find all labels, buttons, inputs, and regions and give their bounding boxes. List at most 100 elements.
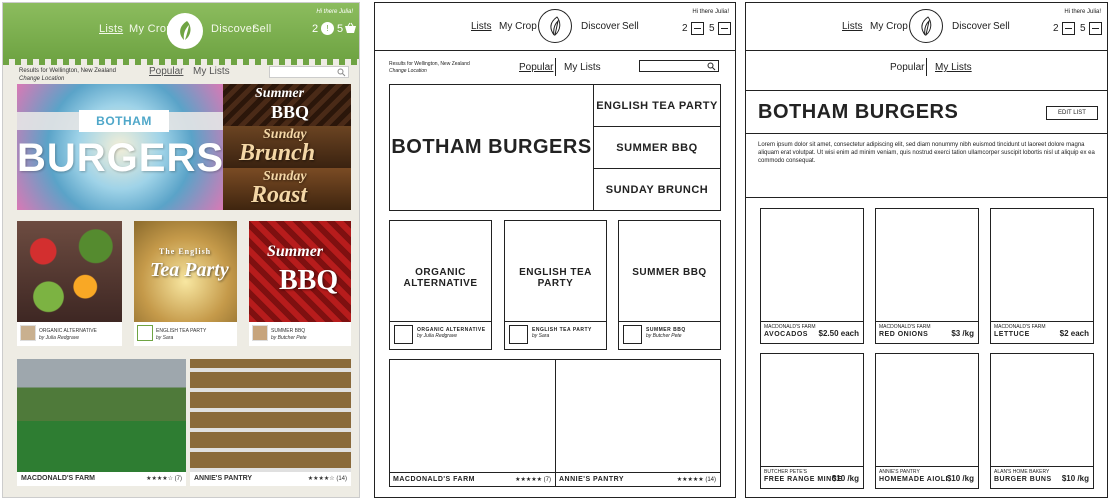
results-location: Results for Wellington, New Zealand Chan… [389, 61, 470, 75]
hero-tile-botham-burgers[interactable]: Botham Burgers [389, 84, 594, 211]
seller-name: Macdonald's Farm [393, 476, 475, 483]
card-caption-tea-party[interactable]: English Tea Party by Sara [134, 322, 237, 346]
nav-lists[interactable]: Lists [471, 21, 492, 32]
seller-footer-annies[interactable]: Annie's Pantry ★★★★☆ (14) [190, 472, 351, 486]
product-card[interactable]: Macdonald's Farm Lettuce $2 each [990, 208, 1094, 344]
side-tile-english-tea-party[interactable]: English Tea Party [593, 84, 721, 127]
card-caption-organic[interactable]: Organic Alternative by Julia Redgrave [17, 322, 122, 346]
nav-lists[interactable]: Lists [842, 21, 863, 32]
nav-lists[interactable]: Lists [99, 23, 123, 35]
greeting-text: Hi there Julia! [316, 9, 353, 15]
card-caption-summer-bbq[interactable]: Summer BBQ by Butcher Pete [249, 322, 351, 346]
side-tile-summer-bbq[interactable]: Summer BBQ [593, 126, 721, 169]
seller-footer-macdonalds[interactable]: Macdonald's Farm ★★★★☆ (7) [17, 472, 186, 486]
nav-my-crop[interactable]: My Crop [870, 21, 908, 32]
card-image-tea-party[interactable]: The English Tea Party [134, 221, 237, 322]
side-tile-line1: Summer [255, 86, 305, 101]
nav-sell[interactable]: Sell [993, 21, 1010, 32]
card-author: by Butcher Pete [271, 335, 307, 341]
tab-popular[interactable]: Popular [149, 66, 183, 77]
rating-stars: ★★★★★ (14) [676, 477, 716, 483]
product-card[interactable]: Macdonald's Farm Red Onions $3 /kg [875, 208, 979, 344]
cart-count: 5 [1080, 23, 1086, 34]
wireframe-list-panel: Lists My Crop Discover Sell Hi there Jul… [745, 2, 1108, 498]
tab-my-lists[interactable]: My Lists [564, 62, 601, 73]
leaf-logo-icon[interactable] [909, 9, 943, 43]
lists-button[interactable] [1062, 22, 1075, 35]
product-price: $10 /kg [946, 474, 974, 483]
product-seller: Macdonald's Farm [994, 324, 1046, 330]
side-tile-sunday-brunch[interactable]: Sunday Brunch [223, 126, 351, 168]
card-overlay-small: The English [159, 247, 212, 256]
change-location-link[interactable]: Change Location [19, 75, 116, 83]
card-summer-bbq[interactable]: Summer BBQ Summer BBQ by Butcher Pete [618, 220, 721, 350]
results-location: Results for Wellington, New Zealand Chan… [19, 67, 116, 83]
product-card[interactable]: Annie's Pantry Homemade Aioli $10 /kg [875, 353, 979, 489]
cart-count: 5 [337, 23, 344, 35]
card-image-organic[interactable] [17, 221, 122, 322]
seller-image-macdonalds-farm[interactable] [17, 359, 186, 472]
product-card[interactable]: Alan's Home Bakery Burger Buns $10 /kg [990, 353, 1094, 489]
card-image-summer-bbq[interactable]: Summer BBQ [249, 221, 351, 322]
side-tile-sunday-roast[interactable]: Sunday Roast [223, 168, 351, 210]
leaf-logo-icon[interactable] [538, 9, 572, 43]
card-title: Summer BBQ [632, 267, 707, 278]
tab-popular[interactable]: Popular [519, 62, 553, 73]
lists-button[interactable] [691, 22, 704, 35]
seller-macdonalds-farm[interactable]: Macdonald's Farm ★★★★★ (7) [389, 359, 556, 487]
cart-button[interactable] [718, 22, 731, 35]
list-count: 2 [1053, 23, 1059, 34]
list-detail-header: Botham Burgers Edit List Lorem ipsum dol… [746, 90, 1107, 198]
card-organic-alternative[interactable]: Organic Alternative Organic Alternative … [389, 220, 492, 350]
hero-small-title: Botham [96, 114, 152, 128]
hero-big-title: Burgers [17, 136, 223, 180]
product-card[interactable]: Butcher Pete's Free Range Mince $10 /kg [760, 353, 864, 489]
notification-badge[interactable]: ! [321, 22, 334, 35]
card-title: English Tea Party [156, 328, 207, 334]
card-english-tea-party[interactable]: English Tea Party English Tea Party by S… [504, 220, 607, 350]
card-author: by Sara [532, 333, 550, 339]
card-overlay-small: Summer [267, 243, 324, 260]
side-tile-sunday-brunch[interactable]: Sunday Brunch [593, 168, 721, 211]
tab-my-lists[interactable]: My Lists [935, 62, 972, 73]
product-price: $10 /kg [831, 474, 859, 483]
nav-sell[interactable]: Sell [252, 23, 272, 35]
card-overlay-big: Tea Party [150, 259, 229, 281]
avatar [509, 325, 528, 344]
search-input[interactable] [269, 66, 349, 78]
nav-sell[interactable]: Sell [622, 21, 639, 32]
side-tile-line2: Roast [251, 182, 308, 208]
edit-list-button[interactable]: Edit List [1046, 106, 1098, 120]
product-name: Free Range Mince [764, 476, 843, 483]
product-name: Homemade Aioli [879, 476, 948, 483]
list-description: Lorem ipsum dolor sit amet, consectetur … [758, 142, 1095, 164]
hero-tile-botham-burgers[interactable]: Botham Burgers [17, 84, 223, 210]
product-card[interactable]: Macdonald's Farm Avocados $2.50 each [760, 208, 864, 344]
card-title: Organic Alternative [39, 328, 97, 334]
search-icon [337, 68, 346, 77]
nav-discover[interactable]: Discover [211, 23, 256, 35]
seller-image-annies-pantry[interactable] [190, 359, 351, 472]
side-tile-summer-bbq[interactable]: Summer BBQ [223, 84, 351, 126]
side-tile-line2: Brunch [239, 140, 316, 166]
search-input[interactable] [639, 60, 719, 72]
list-count: 2 [682, 23, 688, 34]
card-overlay-big: BBQ [279, 265, 339, 296]
nav-my-crop[interactable]: My Crop [499, 21, 537, 32]
wireframe-home-panel: Lists My Crop Discover Sell Hi there Jul… [374, 2, 736, 498]
change-location-link[interactable]: Change Location [389, 68, 470, 75]
product-seller: Butcher Pete's [764, 469, 807, 475]
seller-name: Macdonald's Farm [21, 475, 95, 482]
nav-discover[interactable]: Discover [581, 21, 620, 32]
tab-popular[interactable]: Popular [890, 62, 924, 73]
cart-icon[interactable] [344, 22, 357, 35]
rating-stars: ★★★★★ (7) [515, 477, 551, 483]
colored-mockup-panel: Lists My Crop Discover Sell Hi there Jul… [2, 2, 360, 498]
results-text: Results for Wellington, New Zealand [19, 68, 116, 74]
tab-my-lists[interactable]: My Lists [193, 66, 230, 77]
leaf-logo-icon[interactable] [167, 13, 203, 49]
cart-count: 5 [709, 23, 715, 34]
seller-annies-pantry[interactable]: Annie's Pantry ★★★★★ (14) [555, 359, 721, 487]
nav-discover[interactable]: Discover [952, 21, 991, 32]
cart-button[interactable] [1089, 22, 1102, 35]
